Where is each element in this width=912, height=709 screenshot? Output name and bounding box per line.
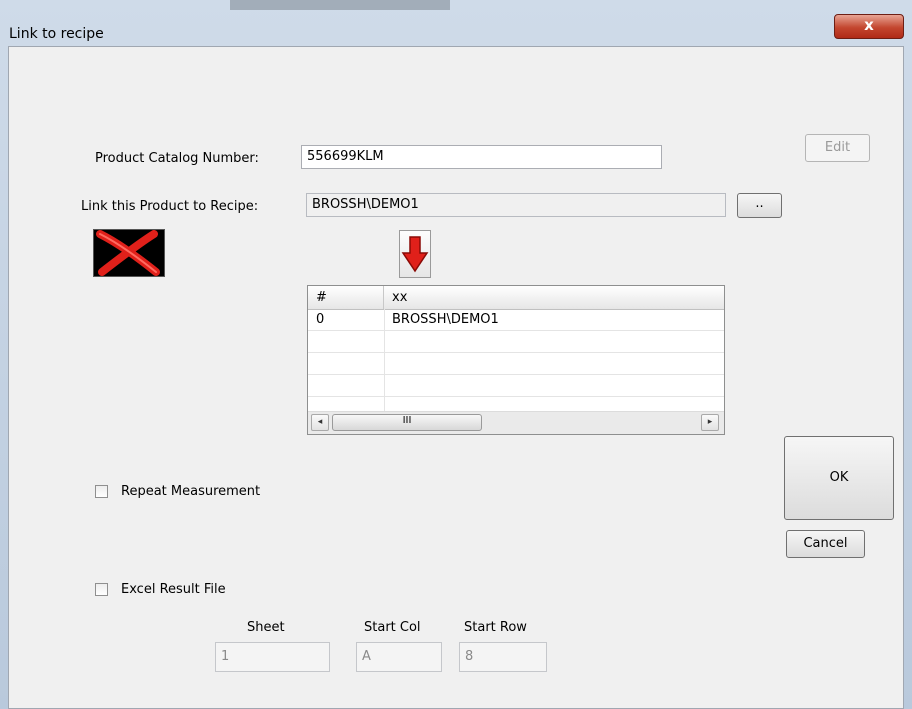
scroll-left-button[interactable]: ◂ (311, 414, 329, 431)
column-divider (384, 309, 385, 413)
cancel-button[interactable]: Cancel (786, 530, 865, 558)
red-x-icon (96, 230, 160, 276)
row-value-cell: BROSSH\DEMO1 (392, 312, 499, 327)
column-header-xx[interactable]: xx (384, 286, 724, 309)
row-index-cell: 0 (316, 312, 325, 327)
recipe-label: Link this Product to Recipe: (81, 199, 259, 214)
empty-row (308, 353, 724, 375)
start-col-input[interactable]: A (356, 642, 442, 672)
grid-header: # xx (308, 286, 724, 310)
catalog-number-input[interactable]: 556699KLM (301, 145, 662, 169)
ok-button[interactable]: OK (784, 436, 894, 520)
repeat-measurement-checkbox[interactable] (95, 485, 108, 498)
sheet-label: Sheet (247, 620, 285, 635)
sheet-input[interactable]: 1 (215, 642, 330, 672)
empty-row (308, 331, 724, 353)
table-row[interactable]: 0 BROSSH\DEMO1 (308, 309, 724, 331)
link-to-recipe-window: Link to recipe x Product Catalog Number:… (0, 0, 912, 709)
column-header-index[interactable]: # (308, 286, 384, 309)
window-title: Link to recipe (9, 26, 104, 42)
scroll-thumb[interactable]: III (332, 414, 482, 431)
edit-button[interactable]: Edit (805, 134, 870, 162)
recipe-field[interactable]: BROSSH\DEMO1 (306, 193, 726, 217)
start-col-label: Start Col (364, 620, 421, 635)
catalog-number-label: Product Catalog Number: (95, 151, 259, 166)
delete-link-button[interactable] (93, 229, 165, 277)
dialog-body: Product Catalog Number: 556699KLM Edit L… (8, 46, 904, 709)
recipe-grid[interactable]: # xx 0 BROSSH\DEMO1 ◂ III ▸ (307, 285, 725, 435)
horizontal-scrollbar[interactable]: ◂ III ▸ (308, 411, 724, 434)
empty-row (308, 375, 724, 397)
close-icon: x (864, 16, 874, 34)
start-row-label: Start Row (464, 620, 527, 635)
excel-result-file-checkbox[interactable] (95, 583, 108, 596)
background-strip (230, 0, 450, 10)
excel-result-file-label: Excel Result File (121, 582, 226, 597)
repeat-measurement-label: Repeat Measurement (121, 484, 261, 499)
browse-button[interactable]: .. (737, 193, 782, 218)
title-bar: Link to recipe x (0, 0, 912, 46)
add-recipe-button[interactable] (399, 230, 431, 278)
red-down-arrow-icon (401, 236, 429, 273)
start-row-input[interactable]: 8 (459, 642, 547, 672)
scroll-right-button[interactable]: ▸ (701, 414, 719, 431)
close-button[interactable]: x (834, 14, 904, 39)
